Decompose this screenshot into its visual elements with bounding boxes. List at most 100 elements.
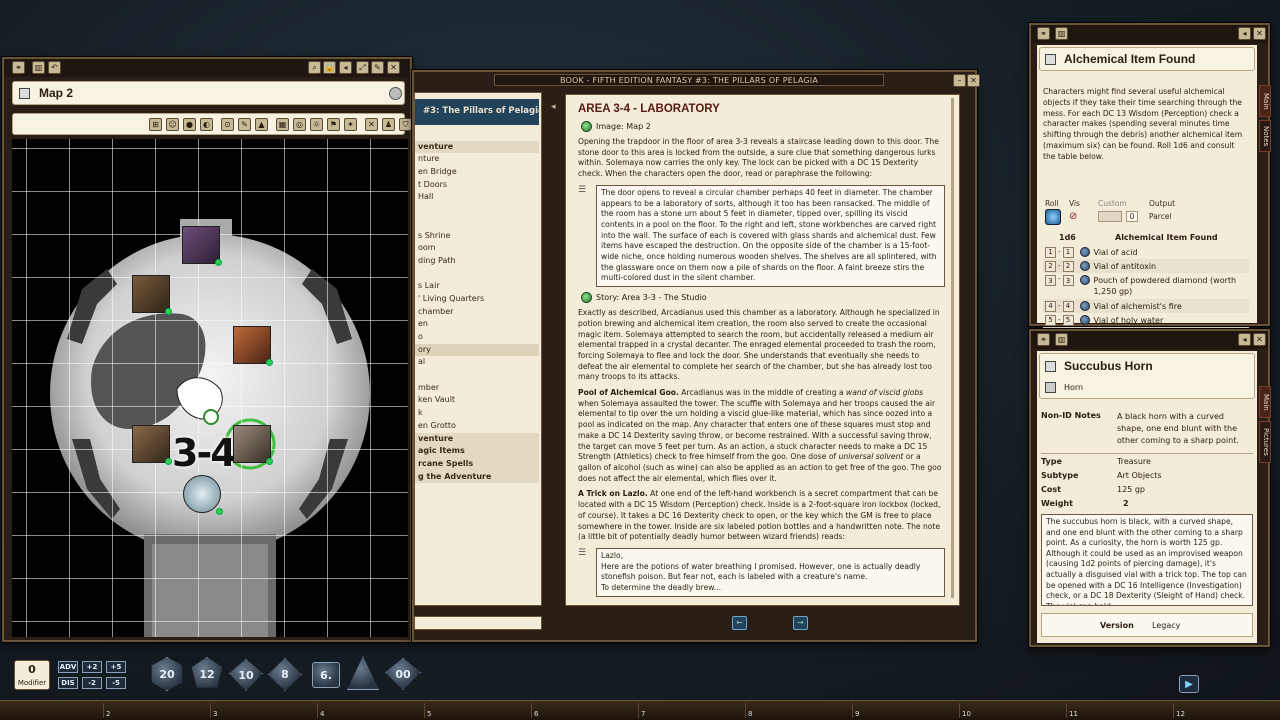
content-scrollbar[interactable]: [951, 98, 954, 598]
hotbar-slot[interactable]: [646, 703, 746, 718]
table-pin-icon[interactable]: ◂: [1238, 27, 1251, 40]
toc-item[interactable]: mber: [415, 382, 539, 395]
edit-icon[interactable]: ✎: [371, 61, 384, 74]
toc-item[interactable]: en: [415, 318, 539, 331]
plus5-button[interactable]: +5: [106, 661, 126, 673]
toolbar-icon[interactable]: ▥: [32, 61, 45, 74]
pointer-icon[interactable]: ✦: [344, 118, 357, 131]
token-elf-druid[interactable]: [182, 226, 222, 266]
toc-item[interactable]: oom: [415, 242, 539, 255]
d10-die[interactable]: 10: [229, 659, 263, 691]
item-link-icon[interactable]: [1079, 275, 1090, 285]
hotbar-slot[interactable]: [218, 703, 318, 718]
d4-die[interactable]: 4: [347, 656, 379, 690]
play-button[interactable]: ▶: [1179, 675, 1199, 693]
layer-icon[interactable]: ▦: [276, 118, 289, 131]
toc-item[interactable]: s Lair: [415, 280, 539, 293]
custom-count[interactable]: 0: [1126, 211, 1138, 222]
hotbar-slot[interactable]: [4, 703, 104, 718]
weight-value[interactable]: 2: [1123, 499, 1129, 508]
custom-dice-input[interactable]: [1098, 211, 1122, 222]
d20-die[interactable]: 20: [151, 657, 183, 691]
zoom-icon[interactable]: ⌕: [308, 61, 321, 74]
toc-item[interactable]: t Doors: [415, 179, 539, 192]
dis-button[interactable]: DIS: [58, 677, 78, 689]
shield-icon[interactable]: ⛉: [399, 118, 412, 131]
adv-button[interactable]: ADV: [58, 661, 78, 673]
toc-item[interactable]: al: [415, 356, 539, 369]
map-pin-icon[interactable]: [203, 409, 219, 425]
hotbar-slot[interactable]: [325, 703, 425, 718]
modifier-box[interactable]: 0 Modifier: [14, 660, 50, 690]
toc-item[interactable]: en Bridge: [415, 166, 539, 179]
draw-icon[interactable]: ✎: [238, 118, 251, 131]
toc-item[interactable]: ken Vault: [415, 394, 539, 407]
toc-item[interactable]: [415, 204, 539, 217]
token-air-elemental[interactable]: [183, 475, 223, 515]
toc-item[interactable]: venture: [415, 140, 539, 154]
story-link[interactable]: Story: Area 3-3 - The Studio: [581, 292, 945, 304]
toc-item[interactable]: [415, 369, 539, 382]
toc-item[interactable]: k: [415, 407, 539, 420]
toc-item[interactable]: [415, 268, 539, 281]
version-value[interactable]: Legacy: [1152, 621, 1180, 630]
share-icon[interactable]: ↶: [48, 61, 61, 74]
minus2-button[interactable]: -2: [82, 677, 102, 689]
toc-search[interactable]: [414, 616, 542, 630]
tab-item-main[interactable]: Main: [1259, 386, 1271, 418]
token-bearded-fighter[interactable]: [132, 425, 172, 465]
tab-main[interactable]: Main: [1259, 85, 1271, 117]
lock-icon[interactable]: 🔒: [323, 61, 336, 74]
item-link-icon[interactable]: ⚭: [1037, 333, 1050, 346]
toc-item[interactable]: venture: [415, 432, 539, 446]
token-redhead-sorcerer[interactable]: [233, 326, 273, 366]
toc-item[interactable]: g the Adventure: [415, 470, 539, 484]
toc-item[interactable]: rcane Spells: [415, 457, 539, 471]
resize-icon[interactable]: ⤢: [356, 61, 369, 74]
table-row[interactable]: 4-4 Vial of alchemist's fire: [1043, 299, 1249, 313]
toc-item[interactable]: ding Path: [415, 255, 539, 268]
next-page-button[interactable]: →: [793, 616, 808, 630]
book-close-icon[interactable]: ✕: [967, 74, 980, 87]
d6-die[interactable]: 6.: [312, 662, 340, 688]
toc-item[interactable]: nture: [415, 153, 539, 166]
toc-item[interactable]: chamber: [415, 306, 539, 319]
book-minimize-icon[interactable]: –: [953, 74, 966, 87]
item-toolbar-icon[interactable]: ▥: [1055, 333, 1068, 346]
tokens-icon[interactable]: ☺: [166, 118, 179, 131]
toc-item[interactable]: [415, 217, 539, 230]
target-icon[interactable]: ⊙: [221, 118, 234, 131]
image-link[interactable]: Image: Map 2: [581, 121, 945, 132]
minus5-button[interactable]: -5: [106, 677, 126, 689]
link-icon[interactable]: ⚭: [12, 61, 25, 74]
collapse-icon[interactable]: [389, 87, 402, 100]
item-close-icon[interactable]: ✕: [1253, 333, 1266, 346]
item-link-icon[interactable]: [1079, 315, 1090, 325]
mask-icon[interactable]: ◐: [200, 118, 213, 131]
item-link-icon[interactable]: [1079, 261, 1090, 271]
clear-icon[interactable]: ✕: [365, 118, 378, 131]
toc-item[interactable]: o: [415, 331, 539, 344]
toc-item[interactable]: s Shrine: [415, 230, 539, 243]
item-link-icon[interactable]: [1079, 301, 1090, 311]
d8-die[interactable]: 8: [268, 658, 302, 691]
table-toolbar-icon[interactable]: ▥: [1055, 27, 1068, 40]
flag-icon[interactable]: ⚑: [327, 118, 340, 131]
output-value[interactable]: Parcel: [1149, 212, 1172, 221]
visibility-toggle-icon[interactable]: ⊘: [1069, 211, 1077, 222]
erase-icon[interactable]: ▲: [255, 118, 268, 131]
hotbar-slot[interactable]: [111, 703, 211, 718]
light-icon[interactable]: ☼: [310, 118, 323, 131]
toc-item[interactable]: ory: [415, 343, 539, 357]
toc-item[interactable]: Hall: [415, 191, 539, 204]
hotbar-slot[interactable]: [1074, 703, 1174, 718]
collapse-toc-icon[interactable]: ◂: [551, 102, 556, 112]
d100-die[interactable]: 00: [385, 658, 421, 690]
item-description[interactable]: The succubus horn is black, with a curve…: [1041, 514, 1253, 606]
cost-value[interactable]: 125 gp: [1117, 485, 1145, 494]
table-link-icon[interactable]: ⚭: [1037, 27, 1050, 40]
table-row[interactable]: 5-5 Vial of holy water: [1043, 313, 1249, 327]
item-link-icon[interactable]: [1079, 247, 1090, 257]
token-elf-ranger[interactable]: [132, 275, 172, 315]
map-canvas[interactable]: 3-4: [12, 139, 408, 637]
